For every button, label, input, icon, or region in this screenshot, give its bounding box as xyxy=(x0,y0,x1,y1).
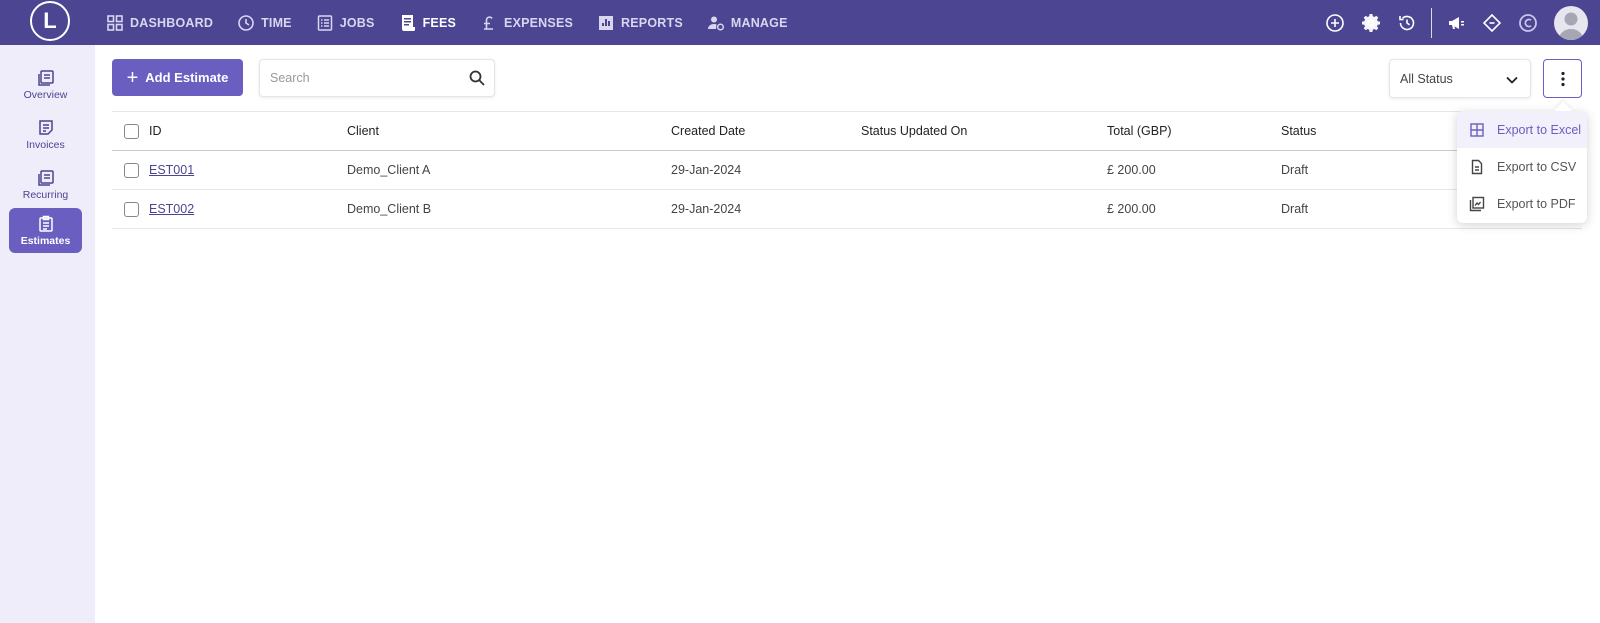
cell-created-date: 29-Jan-2024 xyxy=(671,163,742,177)
plus-circle-icon[interactable] xyxy=(1325,13,1345,33)
column-header-status-updated-on[interactable]: Status Updated On xyxy=(861,112,967,150)
csv-icon xyxy=(1471,159,1483,174)
nav-label: FEES xyxy=(422,15,457,30)
sidebar-item-label: Estimates xyxy=(20,234,71,247)
table-row[interactable]: EST001 Demo_Client A 29-Jan-2024 £ 200.0… xyxy=(112,151,1582,190)
search-input[interactable] xyxy=(260,60,450,96)
sidebar-item-overview[interactable]: Overview xyxy=(9,62,82,107)
menu-item-label: Export to CSV xyxy=(1497,159,1577,174)
receipt-icon xyxy=(401,14,415,31)
cell-status: Draft xyxy=(1281,202,1309,216)
megaphone-icon[interactable] xyxy=(1446,13,1466,33)
estimates-table: ID Client Created Date Status Updated On… xyxy=(112,111,1582,229)
cell-created-date: 29-Jan-2024 xyxy=(671,202,742,216)
export-excel-item[interactable]: Export to Excel xyxy=(1457,111,1587,148)
nav-label: TIME xyxy=(261,15,292,30)
sidebar-item-label: Recurring xyxy=(22,188,69,201)
status-filter-value: All Status xyxy=(1400,71,1453,86)
gear-icon[interactable] xyxy=(1361,13,1381,33)
grid-icon xyxy=(107,14,123,31)
row-checkbox[interactable] xyxy=(124,162,139,178)
sidebar-item-recurring[interactable]: Recurring xyxy=(9,162,82,207)
currency-icon[interactable] xyxy=(1518,13,1538,33)
column-header-client[interactable]: Client xyxy=(347,112,379,150)
chevron-down-icon xyxy=(1506,76,1518,84)
export-pdf-item[interactable]: Export to PDF xyxy=(1457,185,1587,222)
nav-dashboard[interactable]: DASHBOARD xyxy=(106,14,213,32)
plus-icon: + xyxy=(126,66,139,89)
main-nav: DASHBOARD TIME JOBS FEES EXPENSES REPORT… xyxy=(106,0,812,45)
select-all-checkbox[interactable] xyxy=(124,123,139,139)
table-header: ID Client Created Date Status Updated On… xyxy=(112,111,1582,151)
nav-label: JOBS xyxy=(339,15,375,30)
app-logo[interactable]: L xyxy=(30,1,70,41)
export-csv-item[interactable]: Export to CSV xyxy=(1457,148,1587,185)
nav-jobs[interactable]: JOBS xyxy=(316,14,375,32)
user-gear-icon xyxy=(707,16,724,31)
column-header-status[interactable]: Status xyxy=(1281,112,1316,150)
search-icon[interactable] xyxy=(468,69,486,87)
add-estimate-button[interactable]: + Add Estimate xyxy=(112,59,243,96)
column-header-created-date[interactable]: Created Date xyxy=(671,112,745,150)
export-menu: Export to Excel Export to CSV Export to … xyxy=(1457,111,1587,223)
estimate-id-link[interactable]: EST002 xyxy=(149,202,194,216)
excel-icon xyxy=(1470,122,1484,137)
nav-label: DASHBOARD xyxy=(130,15,214,30)
pdf-icon xyxy=(1469,196,1485,211)
clock-icon xyxy=(238,14,254,31)
cell-client: Demo_Client B xyxy=(347,202,432,216)
row-checkbox[interactable] xyxy=(124,201,139,217)
sidebar-item-estimates[interactable]: Estimates xyxy=(9,208,82,253)
nav-fees[interactable]: FEES xyxy=(399,14,456,32)
topbar-divider xyxy=(1431,7,1432,38)
nav-label: EXPENSES xyxy=(504,15,574,30)
nav-time[interactable]: TIME xyxy=(237,14,292,32)
estimate-id-link[interactable]: EST001 xyxy=(149,163,194,177)
list-icon xyxy=(317,14,332,31)
overview-icon xyxy=(37,69,54,86)
avatar-icon xyxy=(1558,12,1584,40)
nav-label: REPORTS xyxy=(621,15,683,30)
column-header-id[interactable]: ID xyxy=(149,112,162,150)
pound-icon xyxy=(484,15,494,30)
history-icon[interactable] xyxy=(1397,13,1417,33)
sidebar-item-invoices[interactable]: Invoices xyxy=(9,112,82,157)
sidebar-item-label: Overview xyxy=(23,88,68,101)
column-header-total[interactable]: Total (GBP) xyxy=(1107,112,1172,150)
menu-item-label: Export to PDF xyxy=(1497,196,1576,211)
cell-status: Draft xyxy=(1281,163,1309,177)
topbar-actions xyxy=(1317,0,1600,45)
cell-total: £ 200.00 xyxy=(1107,202,1156,216)
top-navigation-bar: L DASHBOARD TIME JOBS FEES EXPENSES REPO… xyxy=(0,0,1600,45)
kebab-menu-icon xyxy=(1560,71,1565,86)
table-row[interactable]: EST002 Demo_Client B 29-Jan-2024 £ 200.0… xyxy=(112,190,1582,229)
add-estimate-label: Add Estimate xyxy=(145,70,229,85)
nav-reports[interactable]: REPORTS xyxy=(597,14,683,32)
bar-chart-icon xyxy=(599,15,614,30)
status-filter-select[interactable]: All Status xyxy=(1389,59,1531,98)
ticket-icon[interactable] xyxy=(1482,13,1502,33)
nav-expenses[interactable]: EXPENSES xyxy=(480,14,573,32)
nav-label: MANAGE xyxy=(730,15,788,30)
recurring-icon xyxy=(37,169,54,186)
more-options-button[interactable] xyxy=(1543,59,1582,98)
avatar[interactable] xyxy=(1554,5,1588,40)
menu-item-label: Export to Excel xyxy=(1497,122,1582,137)
invoice-icon xyxy=(38,119,53,135)
search-box xyxy=(259,59,495,97)
sidebar: Overview Invoices Recurring Estimates xyxy=(0,45,95,623)
sidebar-item-label: Invoices xyxy=(26,138,65,151)
cell-total: £ 200.00 xyxy=(1107,163,1156,177)
nav-manage[interactable]: MANAGE xyxy=(707,14,788,32)
estimate-icon xyxy=(38,215,53,232)
cell-client: Demo_Client A xyxy=(347,163,431,177)
